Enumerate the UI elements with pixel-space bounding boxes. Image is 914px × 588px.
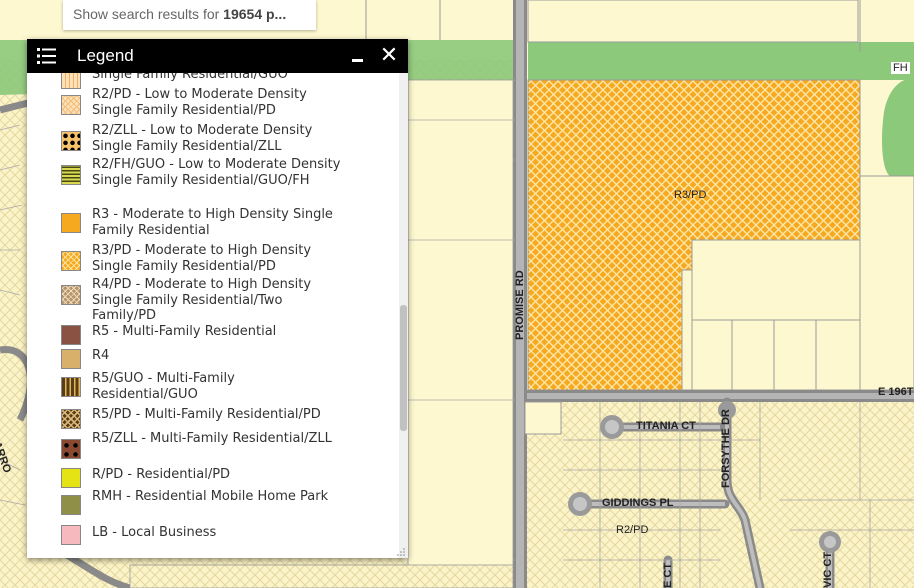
legend-item-label: LB - Local Business [92,525,217,540]
legend-swatch-r5-zll [61,439,81,459]
search-hint-prefix: Show search results for [73,6,224,22]
legend-item-label: R5/GUO - Multi-Family Residential/GUO [92,371,235,402]
legend-swatch-r3 [61,213,81,233]
legend-swatch-r-pd [61,468,81,488]
legend-item-label: Single Family Residential/GUO [92,73,288,82]
legend-item-label: R3/PD - Moderate to High Density Single … [92,243,312,274]
legend-item-label: R5/ZLL - Multi-Family Residential/ZLL [92,431,332,446]
legend-item-label: R3 - Moderate to High Density Single Fam… [92,207,333,238]
legend-swatch-r5 [61,325,81,345]
legend-swatch-r5-guo [61,377,81,397]
street-label-forsythe-dr: FORSYTHE DR [720,409,732,488]
legend-item-label: RMH - Residential Mobile Home Park [92,489,329,504]
legend-item-label: R/PD - Residential/PD [92,467,231,482]
street-label-giddings-pl: GIDDINGS PL [602,497,674,509]
legend-swatch-r4-pd [61,285,81,305]
legend-scrollbar[interactable] [399,73,408,558]
street-label-titania-ct: TITANIA CT [636,420,696,432]
legend-swatch-r4 [61,349,81,369]
street-label-vic-ct: VIC CT [822,551,834,588]
legend-swatch-r2-fh-guo [61,165,81,185]
search-hint-query: 19654 p... [223,6,287,22]
legend-title: Legend [77,46,134,65]
legend-swatch-lb [61,525,81,545]
legend-item-label: R5 - Multi-Family Residential [92,324,277,339]
legend-item-label: R5/PD - Multi-Family Residential/PD [92,407,321,422]
resize-grip-icon[interactable] [397,548,405,556]
legend-swatch-r2-zll [61,131,81,151]
legend-item-label: R2/ZLL - Low to Moderate Density Single … [92,123,313,154]
legend-swatch-r5-pd [61,409,81,429]
legend-swatch-r3-pd [61,251,81,271]
zone-label-r2pd: R2/PD [616,524,649,536]
list-icon[interactable] [27,39,67,73]
street-label-promise-rd: PROMISE RD [514,270,526,340]
street-label-e196: E 196T [878,386,914,398]
legend-item-label: R2/PD - Low to Moderate Density Single F… [92,87,307,118]
legend-body[interactable]: Single Family Residential/GUO R2/PD - Low… [27,73,408,558]
zone-label-r3pd: R3/PD [674,189,707,201]
legend-swatch-r2-pd [61,95,81,115]
legend-item-label: R2/FH/GUO - Low to Moderate Density Sing… [92,157,341,188]
minimize-button[interactable] [348,39,370,73]
legend-panel: Legend ✕ Single Family Residential/GUO R2… [27,39,408,558]
close-button[interactable]: ✕ [378,42,400,70]
zone-label-fh: FH [891,62,910,74]
search-results-hint[interactable]: Show search results for 19654 p... [63,0,316,30]
legend-item-label: R4/PD - Moderate to High Density Single … [92,277,312,323]
legend-swatch-guo-tan [61,73,81,89]
street-label-e-ct: E CT [662,562,674,588]
legend-header[interactable]: Legend ✕ [27,39,408,73]
legend-scrollbar-thumb[interactable] [400,305,407,431]
legend-swatch-rmh [61,495,81,515]
legend-item-label: R4 [92,348,110,363]
